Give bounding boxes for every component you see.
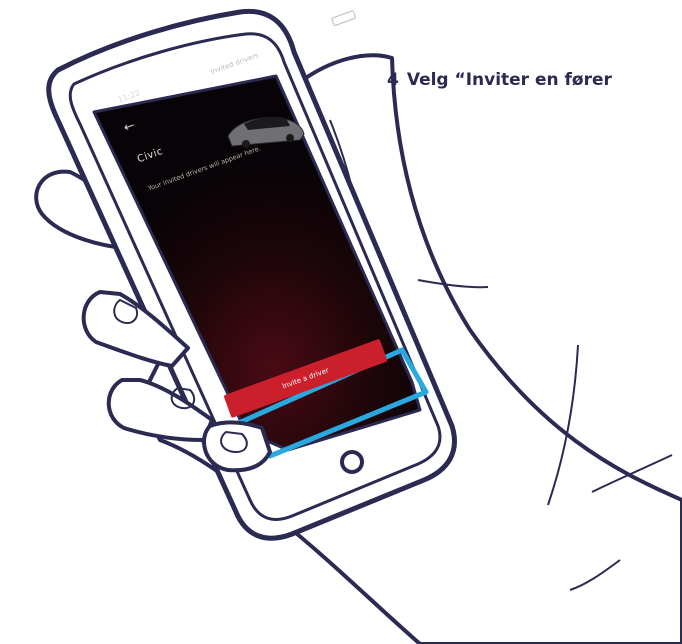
step-text: Velg “Inviter en fører — [406, 70, 612, 90]
home-button-icon[interactable] — [340, 450, 364, 474]
step-number: 4 — [387, 70, 399, 90]
instruction-caption: 4 Velg “Inviter en fører — [387, 70, 612, 90]
illustration-canvas — [34, 8, 682, 644]
